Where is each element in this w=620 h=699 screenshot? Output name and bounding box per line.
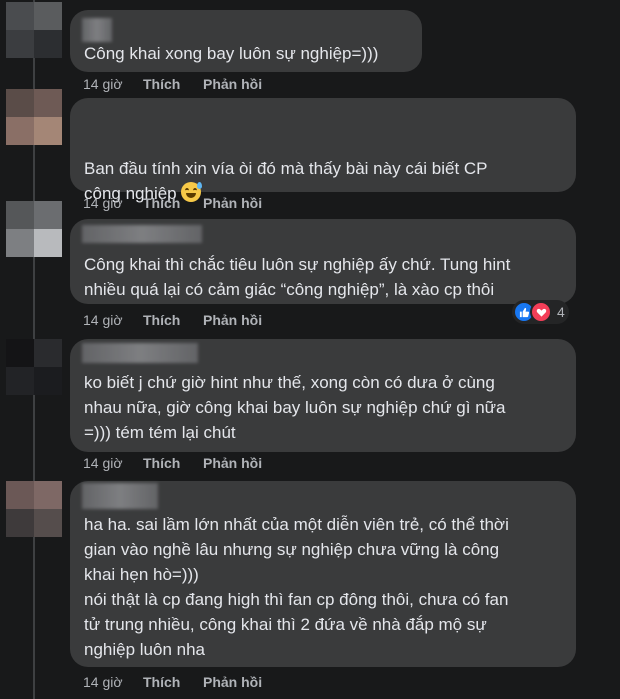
avatar[interactable] (6, 481, 62, 537)
comment-text: ha ha. sai lầm lớn nhất của một diễn viê… (84, 515, 509, 659)
comment-time[interactable]: 14 giờ (83, 674, 143, 690)
author-name-redacted[interactable] (82, 18, 112, 42)
author-name-redacted[interactable] (82, 483, 158, 509)
avatar[interactable] (6, 339, 62, 395)
reaction-summary[interactable]: 4 (512, 300, 569, 324)
like-button[interactable]: Thích (143, 674, 203, 690)
like-button[interactable]: Thích (143, 195, 203, 211)
comment-time[interactable]: 14 giờ (83, 195, 143, 211)
avatar[interactable] (6, 89, 62, 145)
comment-text: Công khai thì chắc tiêu luôn sự nghiệp ấ… (84, 255, 511, 299)
reply-button[interactable]: Phản hồi (203, 674, 262, 690)
comment-text: ko biết j chứ giờ hint như thế, xong còn… (84, 373, 506, 442)
author-name-redacted[interactable] (82, 343, 198, 363)
comment-time[interactable]: 14 giờ (83, 76, 143, 92)
like-button[interactable]: Thích (143, 455, 203, 471)
comment-actions: 14 giờ Thích Phản hồi (83, 455, 262, 471)
comment-actions: 14 giờ Thích Phản hồi (83, 195, 262, 211)
reply-button[interactable]: Phản hồi (203, 195, 262, 211)
comment-actions: 14 giờ Thích Phản hồi (83, 674, 262, 690)
comment-bubble: Công khai thì chắc tiêu luôn sự nghiệp ấ… (70, 219, 576, 304)
reply-button[interactable]: Phản hồi (203, 312, 262, 328)
comment-time[interactable]: 14 giờ (83, 312, 143, 328)
like-button[interactable]: Thích (143, 76, 203, 92)
reply-button[interactable]: Phản hồi (203, 455, 262, 471)
reply-button[interactable]: Phản hồi (203, 76, 262, 92)
avatar[interactable] (6, 2, 62, 58)
like-button[interactable]: Thích (143, 312, 203, 328)
comment-bubble: Công khai xong bay luôn sự nghiệp=))) (70, 10, 422, 72)
comment-actions: 14 giờ Thích Phản hồi (83, 76, 262, 92)
avatar[interactable] (6, 201, 62, 257)
love-reaction-icon (530, 301, 552, 323)
comment-bubble: ko biết j chứ giờ hint như thế, xong còn… (70, 339, 576, 452)
comment-bubble: Ban đầu tính xin vía òi đó mà thấy bài n… (70, 98, 576, 203)
comment-bubble: ha ha. sai lầm lớn nhất của một diễn viê… (70, 481, 576, 667)
comment-actions: 14 giờ Thích Phản hồi (83, 312, 262, 328)
comment-time[interactable]: 14 giờ (83, 455, 143, 471)
author-name-redacted[interactable] (82, 225, 202, 243)
reaction-count: 4 (557, 304, 565, 320)
comment-text: Công khai xong bay luôn sự nghiệp=))) (84, 44, 379, 63)
